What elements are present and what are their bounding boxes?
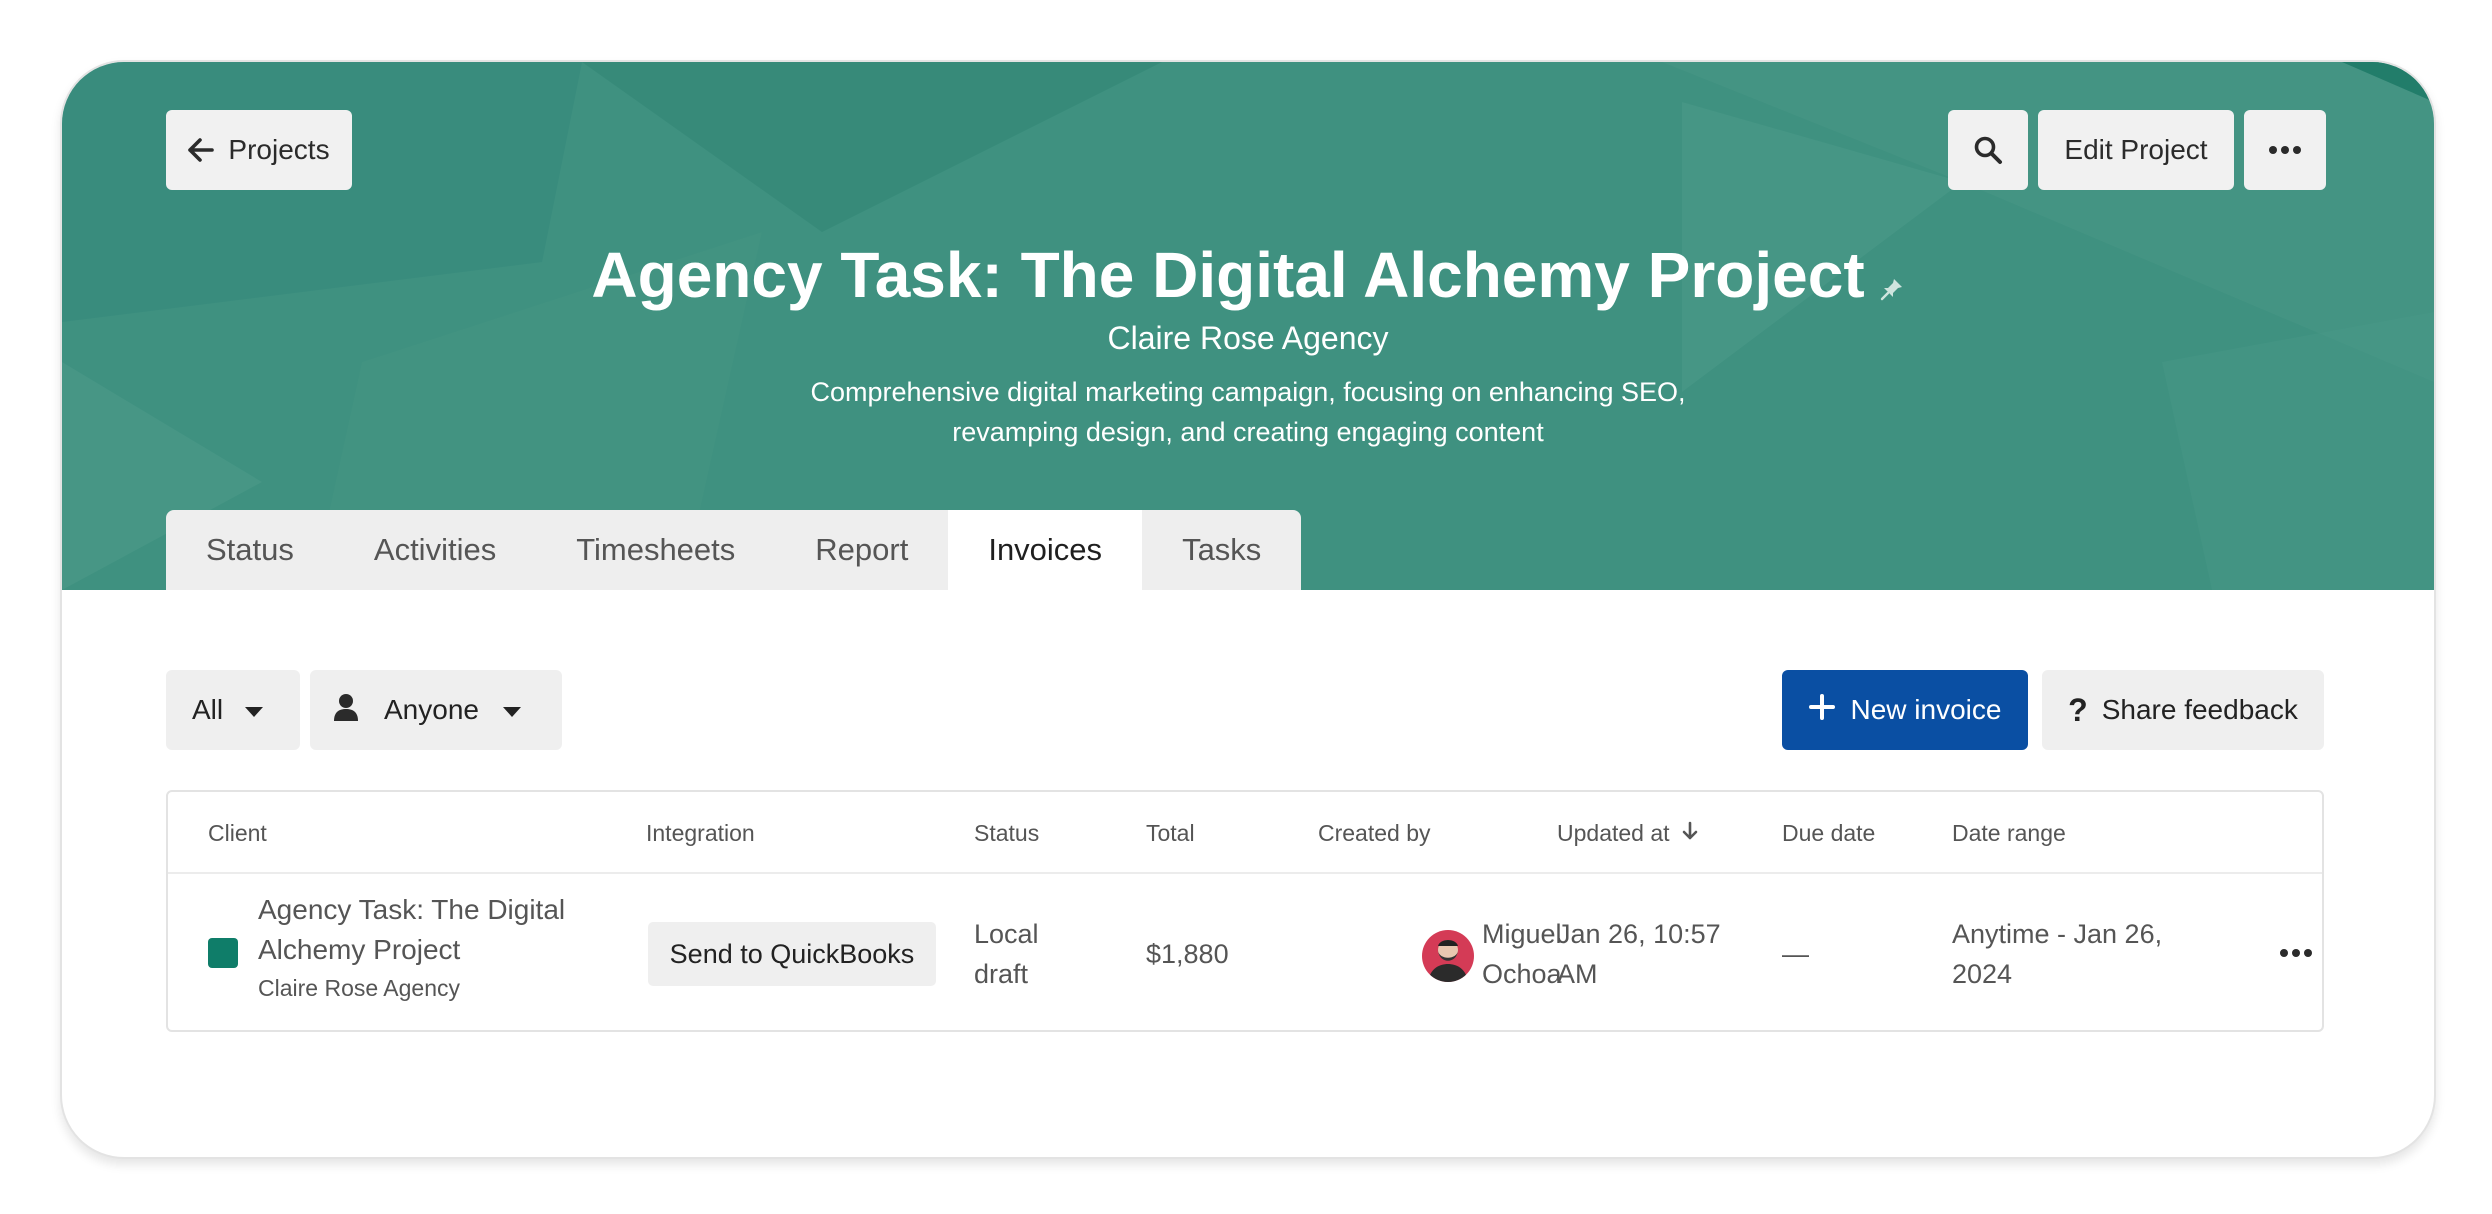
status-line-1: Local xyxy=(974,919,1039,949)
person-filter-dropdown[interactable]: Anyone xyxy=(310,670,562,750)
tab-report[interactable]: Report xyxy=(775,510,948,590)
more-horizontal-icon xyxy=(2268,145,2302,155)
created-by-cell: Miguel Ochoa xyxy=(1482,914,1562,994)
person-icon xyxy=(334,693,358,728)
column-header-integration[interactable]: Integration xyxy=(646,820,755,847)
avatar xyxy=(1422,930,1474,982)
tab-status[interactable]: Status xyxy=(166,510,334,590)
client-agency: Claire Rose Agency xyxy=(258,975,460,1001)
date-range-line-2: 2024 xyxy=(1952,959,2013,989)
project-description: Comprehensive digital marketing campaign… xyxy=(798,372,1698,452)
description-line-1: Comprehensive digital marketing campaign… xyxy=(810,377,1686,407)
more-options-button[interactable] xyxy=(2244,110,2326,190)
invoices-table: Client Integration Status Total Created … xyxy=(166,790,2324,1032)
project-client: Claire Rose Agency xyxy=(1107,320,1389,356)
project-title-text: Agency Task: The Digital Alchemy Project xyxy=(591,239,1865,311)
more-horizontal-icon xyxy=(2279,945,2313,963)
row-actions-button[interactable] xyxy=(2276,942,2316,966)
header-divider xyxy=(168,872,2322,874)
updated-at-cell: Jan 26, 10:57 AM xyxy=(1557,914,1721,994)
updated-at-line-2: AM xyxy=(1557,959,1598,989)
created-by-line-2: Ochoa xyxy=(1482,959,1562,989)
column-header-due-date[interactable]: Due date xyxy=(1782,820,1875,847)
column-header-client[interactable]: Client xyxy=(208,820,267,847)
back-to-projects-button[interactable]: Projects xyxy=(166,110,352,190)
arrow-down-icon xyxy=(1682,820,1698,846)
description-line-2: revamping design, and creating engaging … xyxy=(952,417,1544,447)
total-cell: $1,880 xyxy=(1146,939,1229,969)
column-header-date-range[interactable]: Date range xyxy=(1952,820,2066,847)
due-date-cell: — xyxy=(1782,939,1809,969)
column-header-created-by[interactable]: Created by xyxy=(1318,820,1431,847)
column-header-total[interactable]: Total xyxy=(1146,820,1195,847)
client-name-line-2: Alchemy Project xyxy=(258,934,461,965)
tab-invoices[interactable]: Invoices xyxy=(948,510,1143,590)
edit-project-label: Edit Project xyxy=(2064,134,2208,165)
arrow-left-icon xyxy=(188,138,215,162)
project-tabs: Status Activities Timesheets Report Invo… xyxy=(166,510,1302,590)
plus-icon xyxy=(1808,693,1835,727)
client-name-line-1: Agency Task: The Digital xyxy=(258,894,566,925)
caret-down-icon xyxy=(243,694,265,726)
client-cell[interactable]: Agency Task: The Digital Alchemy Project… xyxy=(258,890,565,1006)
updated-at-label: Updated at xyxy=(1557,820,1670,846)
project-title: Agency Task: The Digital Alchemy Project xyxy=(62,238,2434,317)
person-filter-value: Anyone xyxy=(384,694,479,725)
tab-timesheets[interactable]: Timesheets xyxy=(536,510,775,590)
status-cell: Local draft xyxy=(974,914,1039,994)
tab-activities[interactable]: Activities xyxy=(334,510,536,590)
status-line-2: draft xyxy=(974,959,1029,989)
new-invoice-label: New invoice xyxy=(1850,694,2002,725)
status-filter-dropdown[interactable]: All xyxy=(166,670,300,750)
question-icon: ? xyxy=(2068,691,2088,728)
new-invoice-button[interactable]: New invoice xyxy=(1782,670,2028,750)
search-icon xyxy=(1973,135,2003,165)
search-button[interactable] xyxy=(1948,110,2028,190)
tab-tasks[interactable]: Tasks xyxy=(1142,510,1301,590)
send-to-quickbooks-button[interactable]: Send to QuickBooks xyxy=(648,922,936,986)
date-range-cell: Anytime - Jan 26, 2024 xyxy=(1952,914,2162,994)
status-filter-value: All xyxy=(192,694,224,725)
column-header-status[interactable]: Status xyxy=(974,820,1039,847)
pin-icon[interactable] xyxy=(1879,243,1905,317)
project-card: Projects Edit Project Agency Task: The D… xyxy=(60,60,2436,1159)
back-button-label: Projects xyxy=(228,134,330,165)
created-by-line-1: Miguel xyxy=(1482,919,1562,949)
project-header: Projects Edit Project Agency Task: The D… xyxy=(62,62,2434,590)
share-feedback-label: Share feedback xyxy=(2101,694,2298,725)
updated-at-line-1: Jan 26, 10:57 xyxy=(1557,919,1721,949)
caret-down-icon xyxy=(501,694,523,726)
edit-project-button[interactable]: Edit Project xyxy=(2038,110,2234,190)
date-range-line-1: Anytime - Jan 26, xyxy=(1952,919,2163,949)
column-header-updated-at[interactable]: Updated at xyxy=(1557,820,1698,847)
client-color-swatch xyxy=(208,938,238,968)
share-feedback-button[interactable]: ? Share feedback xyxy=(2042,670,2324,750)
